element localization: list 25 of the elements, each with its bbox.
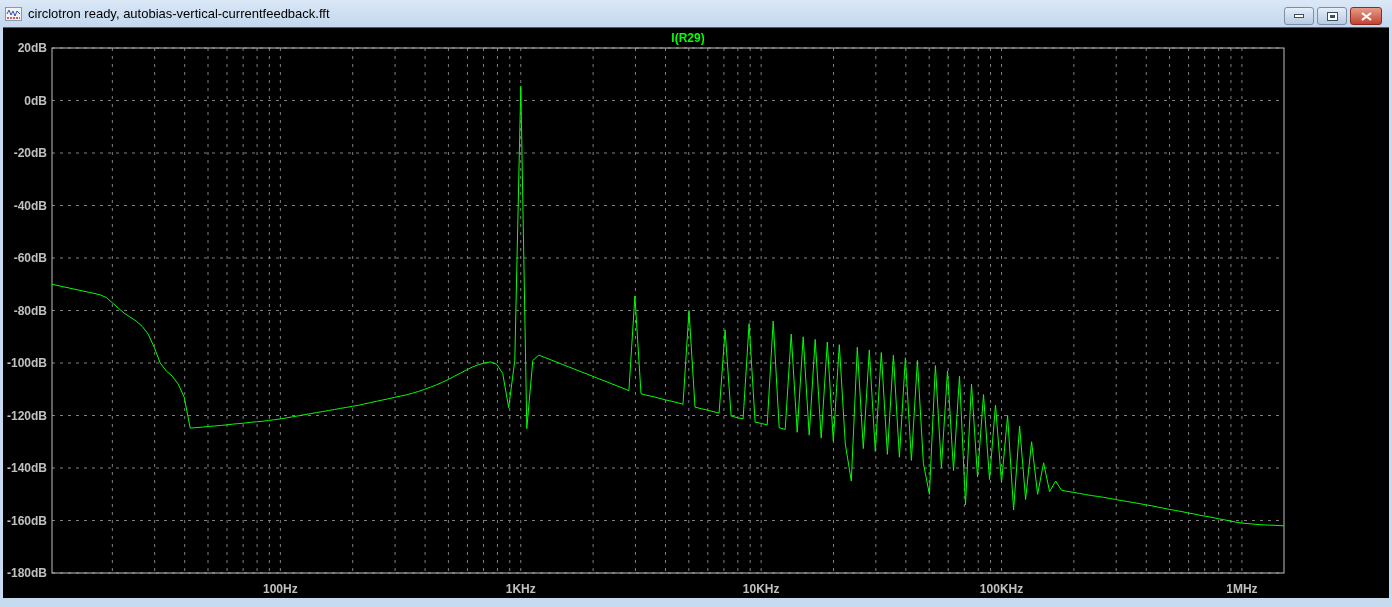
axis-label: -180dB: [7, 566, 47, 580]
axis-label: -120dB: [7, 408, 47, 423]
waveform-icon[interactable]: [5, 6, 22, 21]
window-title: circlotron ready, autobias-vertical-currentfeedback.fft: [28, 7, 330, 20]
axis-label: -60dB: [13, 251, 47, 265]
axis-label: -20dB: [13, 146, 47, 160]
axis-label: 0dB: [24, 93, 47, 108]
minimize-button[interactable]: [1284, 7, 1314, 25]
axis-label: 1MHz: [1226, 582, 1258, 596]
trace-label[interactable]: I(R29): [671, 31, 705, 45]
axis-label: 1KHz: [505, 582, 536, 596]
axis-label: -80dB: [13, 303, 47, 318]
axis-label: 20dB: [17, 41, 47, 55]
maximize-button[interactable]: [1317, 7, 1347, 25]
restore-icon: [1326, 11, 1338, 21]
axis-label: -40dB: [13, 198, 47, 213]
axis-label: 100Hz: [263, 582, 298, 596]
axis-label: -100dB: [7, 356, 47, 370]
axis-label: 10KHz: [742, 582, 780, 596]
minimize-icon: [1294, 14, 1304, 18]
axis-label: -140dB: [7, 461, 47, 475]
close-button[interactable]: [1350, 7, 1382, 25]
axis-label: -160dB: [7, 513, 47, 528]
axis-label: 100KHz: [979, 582, 1024, 596]
close-icon: [1360, 11, 1372, 21]
